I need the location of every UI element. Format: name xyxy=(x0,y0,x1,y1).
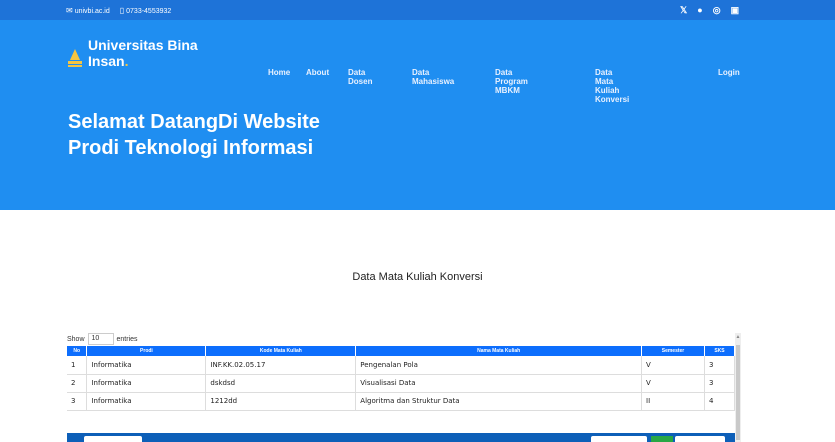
cell-sks: 3 xyxy=(704,356,736,375)
envelope-icon: ✉ xyxy=(66,6,73,15)
brand-dot: . xyxy=(124,53,129,69)
entries-select[interactable]: 10 xyxy=(87,333,114,345)
cell-prodi: Informatika xyxy=(86,374,207,393)
table-row: 2 Informatika dskdsd Visualisasi Data V … xyxy=(67,374,736,393)
section-title: Data Mata Kuliah Konversi xyxy=(352,271,483,283)
footer-button[interactable] xyxy=(591,436,647,442)
entries-label: entries xyxy=(116,335,138,343)
cell-nama: Visualisasi Data xyxy=(355,374,643,393)
nav-about[interactable]: About xyxy=(306,68,329,77)
brand-name-line1: Universitas Bina xyxy=(88,37,198,53)
cell-semester: V xyxy=(641,356,705,375)
cell-semester: II xyxy=(641,392,705,411)
hero-headline-line2: Prodi Teknologi Informasi xyxy=(68,137,314,159)
hero-header: Universitas Bina Insan. Home About Data … xyxy=(0,20,835,210)
header-semester[interactable]: Semester xyxy=(641,346,705,356)
cell-sks: 3 xyxy=(704,374,736,393)
nav-data-mahasiswa[interactable]: Data Mahasiswa xyxy=(412,68,454,86)
hero-headline-line1: Selamat DatangDi Website xyxy=(68,111,320,133)
cell-kode: INF.KK.02.05.17 xyxy=(205,356,357,375)
header-kode[interactable]: Kode Mata Kuliah xyxy=(205,346,357,356)
table-row: 3 Informatika 1212dd Algoritma dan Struk… xyxy=(67,392,736,411)
phone-text: 0733-4553932 xyxy=(126,8,172,15)
cell-no: 3 xyxy=(67,392,88,411)
nav-home[interactable]: Home xyxy=(268,68,290,77)
scroll-up-icon[interactable]: ▲ xyxy=(735,333,741,341)
cell-kode: dskdsd xyxy=(205,374,357,393)
facebook-icon[interactable]: ● xyxy=(697,5,702,16)
hero-headline: Selamat DatangDi Website Prodi Teknologi… xyxy=(68,109,428,161)
cell-semester: V xyxy=(641,374,705,393)
mata-kuliah-table: No Prodi Kode Mata Kuliah Nama Mata Kuli… xyxy=(67,346,736,411)
entries-length-control: Show 10 entries xyxy=(67,333,138,345)
footer-input[interactable] xyxy=(84,436,142,442)
university-logo-icon xyxy=(68,49,82,67)
nav-login[interactable]: Login xyxy=(718,68,740,77)
cell-no: 1 xyxy=(67,356,88,375)
twitter-icon[interactable]: 𝕏 xyxy=(680,5,687,16)
cell-nama: Algoritma dan Struktur Data xyxy=(355,392,643,411)
table-header-row: No Prodi Kode Mata Kuliah Nama Mata Kuli… xyxy=(67,346,736,356)
nav-data-program-mbkm[interactable]: Data Program MBKM xyxy=(495,68,528,95)
scrollbar-thumb[interactable] xyxy=(736,345,740,440)
phone-icon: ▯ xyxy=(119,6,125,15)
header-no[interactable]: No xyxy=(67,346,88,356)
linkedin-icon[interactable]: ▣ xyxy=(731,5,740,16)
show-label: Show xyxy=(67,335,85,343)
footer-button-right[interactable] xyxy=(675,436,725,442)
cell-kode: 1212dd xyxy=(205,392,357,411)
header-sks[interactable]: SKS xyxy=(704,346,736,356)
instagram-icon[interactable]: ◎ xyxy=(713,5,721,16)
cell-prodi: Informatika xyxy=(86,356,207,375)
footer-green-button[interactable] xyxy=(651,436,673,442)
table-row: 1 Informatika INF.KK.02.05.17 Pengenalan… xyxy=(67,356,736,375)
phone-contact[interactable]: ▯ 0733-4553932 xyxy=(120,6,172,15)
nav-data-mata-kuliah-konversi[interactable]: Data Mata Kuliah Konversi xyxy=(595,68,629,104)
cell-nama: Pengenalan Pola xyxy=(355,356,643,375)
cell-prodi: Informatika xyxy=(86,392,207,411)
brand-logo-link[interactable]: Universitas Bina Insan. xyxy=(68,37,238,69)
brand-name: Universitas Bina Insan. xyxy=(88,37,238,69)
contact-info: ✉ univbi.ac.id ▯ 0733-4553932 xyxy=(66,6,171,15)
brand-name-line2: Insan xyxy=(88,53,125,69)
header-nama[interactable]: Nama Mata Kuliah xyxy=(355,346,643,356)
table-footer-bar xyxy=(67,433,735,442)
nav-data-dosen[interactable]: Data Dosen xyxy=(348,68,372,86)
email-text: univbi.ac.id xyxy=(74,8,110,15)
cell-sks: 4 xyxy=(704,392,736,411)
cell-no: 2 xyxy=(67,374,88,393)
top-contact-bar: ✉ univbi.ac.id ▯ 0733-4553932 𝕏 ● ◎ ▣ xyxy=(0,0,835,20)
table-scrollbar[interactable]: ▲ xyxy=(735,333,741,442)
header-prodi[interactable]: Prodi xyxy=(86,346,207,356)
email-contact[interactable]: ✉ univbi.ac.id xyxy=(66,6,110,15)
social-links: 𝕏 ● ◎ ▣ xyxy=(680,5,739,16)
